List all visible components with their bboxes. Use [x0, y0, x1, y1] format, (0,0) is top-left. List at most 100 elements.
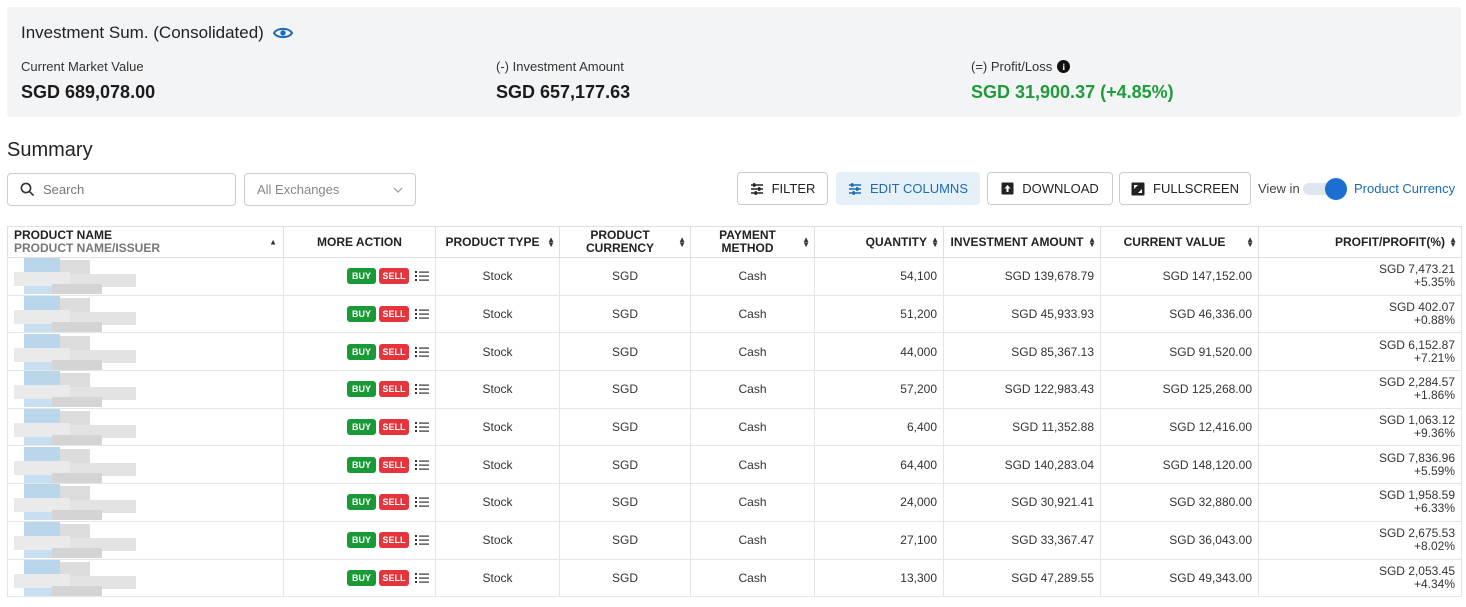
- sort-icon[interactable]: ▲ ▼: [1246, 236, 1254, 249]
- investment-amount-cell: SGD 139,678.79: [943, 257, 1101, 296]
- exchange-select[interactable]: All Exchanges: [244, 173, 416, 206]
- table-row[interactable]: BUY SELL Stock SGD Cash 64,400 SGD 140,2…: [7, 445, 1462, 485]
- sort-icon[interactable]: ▲ ▼: [547, 236, 555, 249]
- profit-percent: +4.34%: [1413, 576, 1455, 591]
- sort-icon[interactable]: ▲ ▼: [1449, 236, 1457, 249]
- list-icon[interactable]: [415, 534, 429, 546]
- table-row[interactable]: BUY SELL Stock SGD Cash 57,200 SGD 122,9…: [7, 370, 1462, 409]
- currency-toggle[interactable]: [1303, 178, 1349, 200]
- investment-amount-cell: SGD 122,983.43: [943, 370, 1101, 409]
- col-product-name[interactable]: PRODUCT NAME PRODUCT NAME/ISSUER ▲: [7, 226, 284, 258]
- current-value-cell: SGD 12,416.00: [1100, 407, 1259, 447]
- view-in-label: View in: [1258, 181, 1300, 196]
- eye-icon[interactable]: [272, 26, 293, 40]
- metric-value: SGD 657,177.63: [496, 82, 631, 102]
- metric-label-wrap: (=) Profit/Loss i: [971, 59, 1174, 74]
- product-name-cell[interactable]: [7, 332, 284, 372]
- sell-button[interactable]: SELL: [379, 381, 409, 398]
- col-product-type[interactable]: PRODUCT TYPE ▲ ▼: [435, 226, 560, 258]
- more-action-cell: BUY SELL: [283, 483, 436, 522]
- edit-columns-button[interactable]: EDIT COLUMNS: [836, 172, 980, 205]
- sort-icon[interactable]: ▲ ▼: [802, 236, 810, 249]
- col-payment-method[interactable]: PAYMENT METHOD ▲ ▼: [690, 226, 815, 258]
- buy-button[interactable]: BUY: [347, 306, 376, 323]
- download-label: DOWNLOAD: [1022, 181, 1099, 196]
- sell-button[interactable]: SELL: [379, 343, 409, 360]
- col-quantity[interactable]: QUANTITY ▲ ▼: [814, 226, 944, 258]
- profit-percent: +9.36%: [1413, 426, 1455, 441]
- holdings-table: PRODUCT NAME PRODUCT NAME/ISSUER ▲ MORE …: [7, 226, 1462, 598]
- quantity-cell: 64,400: [814, 445, 944, 485]
- product-currency-cell: SGD: [559, 520, 691, 560]
- product-name-cell[interactable]: [7, 407, 284, 447]
- sell-button[interactable]: SELL: [379, 456, 409, 473]
- profit-percent: +8.02%: [1413, 539, 1455, 554]
- metric-label: (-) Investment Amount: [496, 59, 624, 74]
- list-icon[interactable]: [415, 270, 429, 282]
- sell-button[interactable]: SELL: [379, 494, 409, 511]
- list-icon[interactable]: [415, 346, 429, 358]
- quantity-cell: 27,100: [814, 520, 944, 560]
- list-icon[interactable]: [415, 421, 429, 433]
- col-product-currency[interactable]: PRODUCT CURRENCY ▲ ▼: [559, 226, 691, 258]
- summary-card-title: Investment Sum. (Consolidated): [21, 23, 293, 43]
- sell-button[interactable]: SELL: [379, 419, 409, 436]
- profit-percent: +5.59%: [1413, 463, 1455, 478]
- fullscreen-button[interactable]: FULLSCREEN: [1119, 172, 1251, 205]
- sort-icon[interactable]: ▲ ▼: [1088, 236, 1096, 249]
- buy-button[interactable]: BUY: [347, 494, 376, 511]
- col-profit[interactable]: PROFIT/PROFIT(%) ▲ ▼: [1258, 226, 1462, 258]
- col-current-value[interactable]: CURRENT VALUE ▲ ▼: [1100, 226, 1259, 258]
- redacted-product-name: [14, 258, 174, 295]
- currency-toggle-label[interactable]: Product Currency: [1354, 181, 1455, 196]
- sell-button[interactable]: SELL: [379, 268, 409, 285]
- product-currency-cell: SGD: [559, 294, 691, 334]
- sort-icon[interactable]: ▲ ▼: [678, 236, 686, 249]
- current-value-cell: SGD 91,520.00: [1100, 332, 1259, 372]
- profit-cell: SGD 2,284.57 +1.86%: [1258, 370, 1462, 409]
- sell-button[interactable]: SELL: [379, 306, 409, 323]
- table-row[interactable]: BUY SELL Stock SGD Cash 44,000 SGD 85,36…: [7, 332, 1462, 372]
- sort-icon[interactable]: ▲ ▼: [931, 236, 939, 249]
- table-row[interactable]: BUY SELL Stock SGD Cash 27,100 SGD 33,36…: [7, 520, 1462, 560]
- current-value-cell: SGD 125,268.00: [1100, 370, 1259, 409]
- table-row[interactable]: BUY SELL Stock SGD Cash 51,200 SGD 45,93…: [7, 294, 1462, 334]
- buy-button[interactable]: BUY: [347, 532, 376, 549]
- search-box[interactable]: [7, 173, 236, 206]
- product-type-cell: Stock: [435, 483, 560, 522]
- header-sublabel: PRODUCT NAME/ISSUER: [14, 241, 161, 255]
- list-icon[interactable]: [415, 459, 429, 471]
- search-input[interactable]: [43, 182, 223, 197]
- list-icon[interactable]: [415, 308, 429, 320]
- table-row[interactable]: BUY SELL Stock SGD Cash 13,300 SGD 47,28…: [7, 558, 1462, 598]
- product-name-cell[interactable]: [7, 370, 284, 409]
- metric-value: SGD 31,900.37 (+4.85%): [971, 82, 1174, 102]
- list-icon[interactable]: [415, 383, 429, 395]
- table-row[interactable]: BUY SELL Stock SGD Cash 24,000 SGD 30,92…: [7, 483, 1462, 522]
- filter-button[interactable]: FILTER: [737, 172, 828, 205]
- product-name-cell[interactable]: [7, 483, 284, 522]
- sort-up-icon[interactable]: ▲: [269, 238, 277, 246]
- product-name-cell[interactable]: [7, 294, 284, 334]
- buy-button[interactable]: BUY: [347, 456, 376, 473]
- buy-button[interactable]: BUY: [347, 569, 376, 586]
- table-row[interactable]: BUY SELL Stock SGD Cash 6,400 SGD 11,352…: [7, 407, 1462, 447]
- list-icon[interactable]: [415, 572, 429, 584]
- profit-cell: SGD 1,063.12 +9.36%: [1258, 407, 1462, 447]
- product-name-cell[interactable]: [7, 257, 284, 296]
- col-investment-amount[interactable]: INVESTMENT AMOUNT ▲ ▼: [943, 226, 1101, 258]
- table-row[interactable]: BUY SELL Stock SGD Cash 54,100 SGD 139,6…: [7, 257, 1462, 296]
- product-name-cell[interactable]: [7, 558, 284, 598]
- list-icon[interactable]: [415, 496, 429, 508]
- product-name-cell[interactable]: [7, 445, 284, 485]
- buy-button[interactable]: BUY: [347, 381, 376, 398]
- product-name-cell[interactable]: [7, 520, 284, 560]
- buy-button[interactable]: BUY: [347, 268, 376, 285]
- sell-button[interactable]: SELL: [379, 569, 409, 586]
- edit-columns-label: EDIT COLUMNS: [870, 181, 968, 196]
- download-button[interactable]: DOWNLOAD: [987, 172, 1113, 205]
- buy-button[interactable]: BUY: [347, 343, 376, 360]
- sell-button[interactable]: SELL: [379, 532, 409, 549]
- buy-button[interactable]: BUY: [347, 419, 376, 436]
- info-icon[interactable]: i: [1057, 60, 1071, 73]
